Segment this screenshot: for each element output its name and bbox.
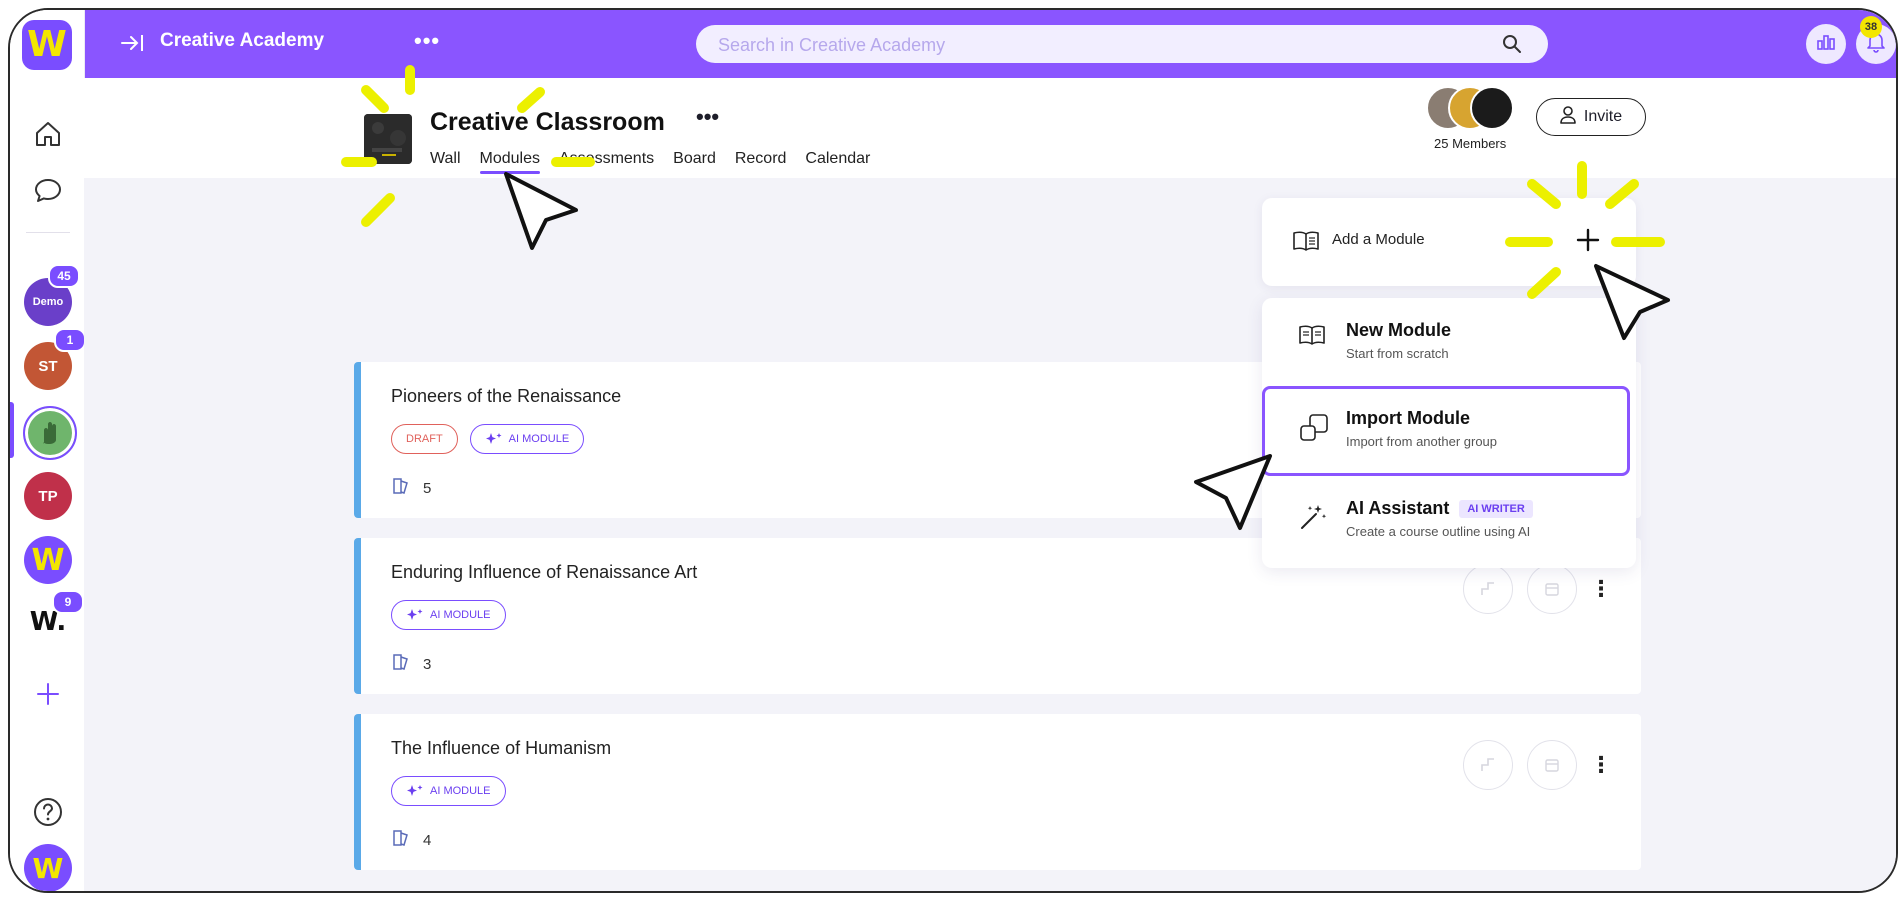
ai-writer-badge: AI WRITER (1459, 500, 1533, 518)
tab-calendar[interactable]: Calendar (805, 150, 870, 174)
lessons-icon (391, 828, 411, 852)
ai-module-tag: AI MODULE (391, 600, 506, 630)
add-module-menu: New Module Start from scratch Import Mod… (1262, 298, 1636, 568)
lesson-count: 4 (423, 831, 432, 849)
menu-item-new-module[interactable]: New Module Start from scratch (1262, 298, 1636, 386)
group-badge: 9 (52, 590, 84, 614)
group-badge: 1 (54, 328, 86, 352)
magic-wand-icon (1298, 502, 1328, 537)
class-header: Creative Classroom ••• Wall Modules Asse… (84, 78, 1896, 178)
avatar (1470, 86, 1514, 130)
hands-icon (43, 422, 56, 444)
app-window: Creative Academy ••• 38 W De (8, 8, 1898, 893)
kebab-icon[interactable]: ⋮ (1590, 565, 1612, 613)
module-card[interactable]: The Influence of Humanism AI MODULE 4 ⋮ (354, 714, 1641, 870)
module-title[interactable]: Enduring Influence of Renaissance Art (391, 562, 697, 583)
class-thumbnail (364, 114, 412, 164)
more-icon[interactable]: ••• (414, 28, 440, 54)
import-icon (1298, 412, 1330, 449)
lesson-count: 3 (423, 655, 432, 673)
sparkle-icon (407, 785, 423, 796)
app-logo[interactable]: W (22, 20, 72, 70)
schedule-button[interactable] (1527, 740, 1577, 790)
analytics-button[interactable] (1806, 24, 1846, 64)
plus-icon[interactable] (1574, 226, 1602, 259)
search-bar[interactable] (696, 25, 1548, 65)
menu-item-import-module[interactable]: Import Module Import from another group (1262, 386, 1630, 476)
help-icon[interactable] (32, 796, 64, 828)
user-avatar[interactable]: W (24, 844, 72, 891)
lessons-icon (391, 652, 411, 676)
collapse-sidebar-icon[interactable] (120, 32, 146, 59)
book-icon (1298, 324, 1326, 351)
add-group-icon[interactable] (32, 678, 64, 710)
sparkle-icon (407, 609, 423, 620)
menu-item-subtitle: Start from scratch (1346, 346, 1449, 361)
search-input[interactable] (696, 25, 1500, 65)
sparkle-icon (485, 433, 502, 444)
module-title[interactable]: Pioneers of the Renaissance (391, 386, 621, 407)
calendar-icon (1545, 583, 1559, 596)
tab-board[interactable]: Board (673, 150, 716, 174)
group-creative-classroom[interactable] (23, 406, 77, 460)
search-icon[interactable] (1502, 34, 1522, 59)
add-module-panel[interactable]: Add a Module (1262, 198, 1636, 286)
chat-icon[interactable] (32, 174, 64, 206)
menu-item-title: AI Assistant AI WRITER (1346, 498, 1533, 519)
tab-assessments[interactable]: Assessments (559, 150, 654, 174)
ai-module-tag: AI MODULE (469, 424, 585, 454)
module-title[interactable]: The Influence of Humanism (391, 738, 611, 759)
member-avatars[interactable] (1426, 86, 1516, 130)
learning-path-button[interactable] (1463, 564, 1513, 614)
invite-button[interactable]: Invite (1536, 98, 1646, 136)
menu-item-title: New Module (1346, 320, 1452, 340)
menu-item-subtitle: Create a course outline using AI (1346, 524, 1531, 539)
path-icon (1481, 758, 1494, 771)
draft-tag: DRAFT (391, 424, 458, 454)
menu-item-ai-assistant[interactable]: AI Assistant AI WRITER Create a course ou… (1262, 476, 1636, 564)
sidebar: W Demo 45 ST 1 TP W W. 9 W (10, 10, 86, 891)
kebab-icon[interactable]: ⋮ (1590, 741, 1612, 789)
more-icon[interactable]: ••• (696, 104, 719, 130)
tab-record[interactable]: Record (735, 150, 787, 174)
home-icon[interactable] (32, 118, 64, 150)
add-module-label: Add a Module (1332, 231, 1425, 248)
class-title: Creative Classroom (430, 108, 665, 136)
lesson-count: 5 (423, 479, 432, 497)
group-w[interactable]: W (24, 536, 72, 584)
schedule-button[interactable] (1527, 564, 1577, 614)
learning-path-button[interactable] (1463, 740, 1513, 790)
chart-icon (1816, 33, 1836, 56)
path-icon (1481, 582, 1494, 595)
top-bar: Creative Academy ••• 38 (84, 10, 1896, 78)
class-tabs: Wall Modules Assessments Board Record Ca… (430, 150, 889, 174)
calendar-icon (1545, 759, 1559, 772)
sidebar-divider (26, 232, 70, 233)
members-count: 25 Members (1434, 136, 1507, 151)
group-badge: 45 (48, 264, 80, 288)
tab-modules[interactable]: Modules (479, 150, 541, 174)
app-title: Creative Academy (160, 30, 325, 51)
menu-item-title: Import Module (1346, 408, 1470, 428)
menu-item-subtitle: Import from another group (1346, 434, 1498, 449)
active-group-indicator (10, 402, 14, 458)
tab-wall[interactable]: Wall (430, 150, 461, 174)
book-icon (1292, 230, 1320, 257)
notification-badge: 38 (1860, 16, 1882, 38)
group-tp[interactable]: TP (24, 472, 72, 520)
user-icon (1560, 105, 1576, 129)
ai-module-tag: AI MODULE (391, 776, 506, 806)
lessons-icon (391, 476, 411, 500)
